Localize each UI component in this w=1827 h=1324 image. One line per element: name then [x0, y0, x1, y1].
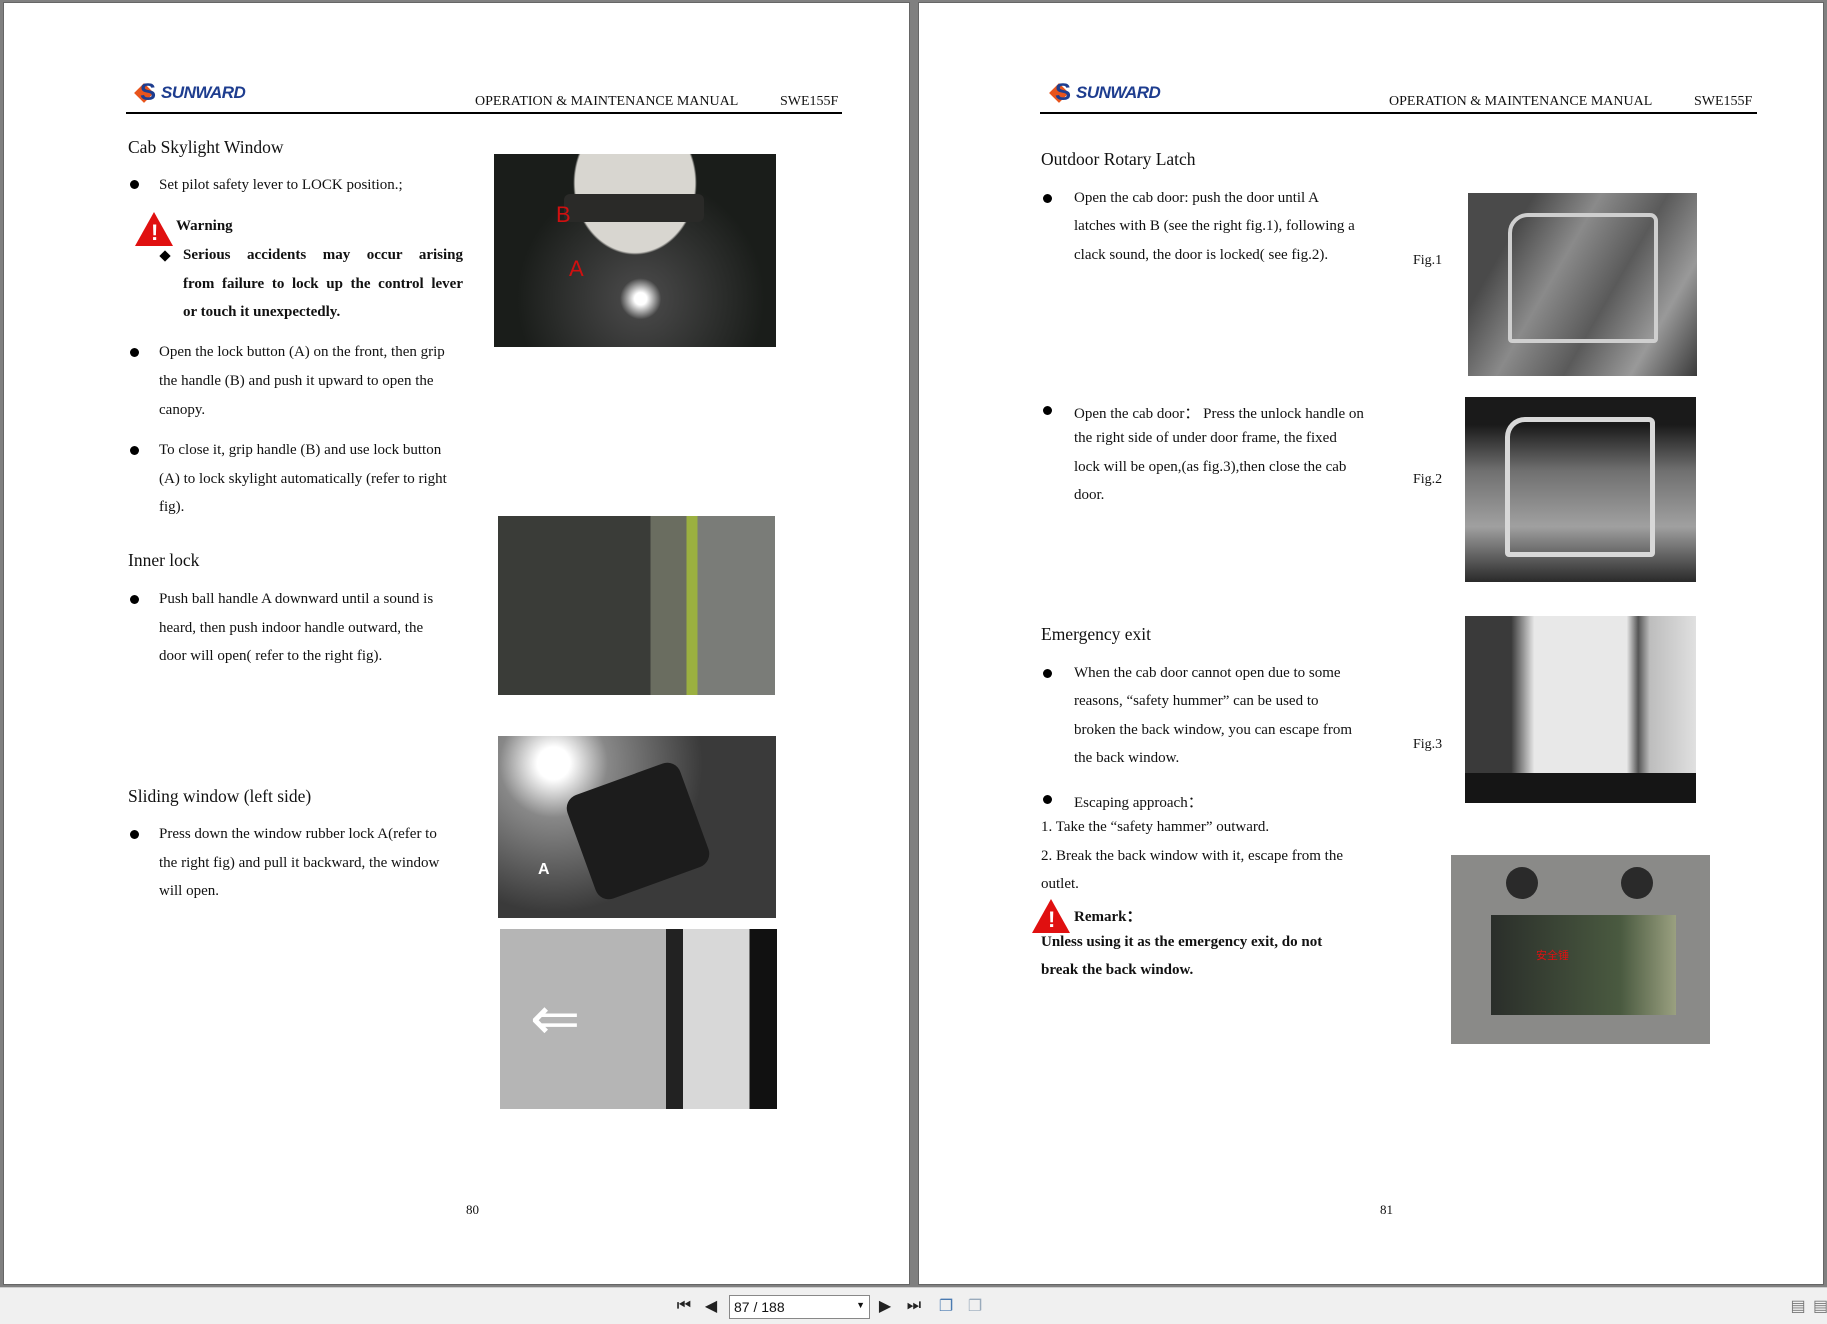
text: Open the cab door： Press the unlock hand… — [1074, 406, 1364, 422]
fig-label-3: Fig.3 — [1413, 737, 1443, 752]
text: reasons, “safety hummer” can be used to — [1074, 693, 1319, 709]
header-model: SWE155F — [1694, 94, 1753, 109]
text: Open the cab door: push the door until A — [1074, 190, 1319, 206]
warning-icon: ! — [1032, 899, 1070, 933]
heading-outdoor-latch: Outdoor Rotary Latch — [1041, 149, 1196, 169]
first-page-button[interactable]: ⏮ — [674, 1294, 694, 1318]
text: Set pilot safety lever to LOCK position.… — [159, 177, 403, 193]
text: the back window. — [1074, 750, 1180, 766]
photo-label-b: B — [556, 202, 571, 227]
page-number: 80 — [466, 1202, 479, 1217]
photo-label-safety-hammer: 安全锤 — [1536, 949, 1569, 962]
brand-text: SUNWARD — [1076, 83, 1161, 102]
text: 2. Break the back window with it, escape… — [1041, 848, 1343, 864]
sunward-logo: SUNWARD — [1050, 79, 1161, 107]
page-number-field[interactable]: 87 / 188 ▼ — [729, 1295, 870, 1319]
text: from failure to lock up the control leve… — [183, 276, 463, 292]
photo-fig3 — [1465, 616, 1696, 803]
fig-label-2: Fig.2 — [1413, 472, 1443, 487]
text: break the back window. — [1041, 962, 1194, 978]
header-manual: OPERATION & MAINTENANCE MANUAL — [1389, 94, 1653, 109]
photo-label-a: A — [538, 861, 550, 878]
photo-fig1 — [1468, 193, 1697, 376]
heading-sliding-window: Sliding window (left side) — [128, 786, 312, 806]
chevron-down-icon[interactable]: ▼ — [856, 1300, 865, 1310]
bullet — [130, 830, 139, 839]
two-page-view-icon[interactable]: ❐ — [964, 1294, 986, 1318]
text: the right side of under door frame, the … — [1074, 430, 1337, 446]
text: canopy. — [159, 402, 206, 418]
warning-label: Warning — [176, 218, 233, 234]
page-number-value: 87 / 188 — [734, 1299, 785, 1315]
bullet — [1043, 194, 1052, 203]
page-80: SUNWARD OPERATION & MAINTENANCE MANUAL S… — [3, 2, 910, 1285]
text: fig). — [159, 499, 185, 515]
photo-sliding-window: ⇐ — [500, 929, 777, 1109]
bullet — [130, 595, 139, 604]
text: Escaping approach： — [1074, 795, 1203, 811]
header-rule — [126, 112, 842, 114]
photo-skylight: B A — [494, 154, 776, 347]
bullet — [130, 446, 139, 455]
prev-page-button[interactable]: ◀ — [703, 1294, 719, 1318]
bullet — [1043, 406, 1052, 415]
remark-label: Remark： — [1074, 909, 1142, 925]
text: clack sound, the door is locked( see fig… — [1074, 247, 1329, 263]
heading-inner-lock: Inner lock — [128, 550, 200, 570]
sunward-logo-icon — [1050, 79, 1072, 107]
text: heard, then push indoor handle outward, … — [159, 620, 424, 636]
photo-label-a: A — [569, 256, 584, 281]
text: Open the lock button (A) on the front, t… — [159, 344, 445, 360]
photo-inner-lock — [498, 516, 775, 695]
text: outlet. — [1041, 876, 1079, 892]
brand-text: SUNWARD — [161, 83, 246, 102]
header-rule — [1040, 112, 1757, 114]
viewer-toolbar: ⏮ ◀ 87 / 188 ▼ ▶ ⏭ ❐ ❐ ▤ ▤ — [0, 1287, 1827, 1324]
text: latches with B (see the right fig.1), fo… — [1074, 218, 1355, 234]
heading-cab-skylight: Cab Skylight Window — [128, 137, 284, 157]
text: door. — [1074, 487, 1105, 503]
text: door will open( refer to the right fig). — [159, 648, 383, 664]
warning-icon: ! — [135, 212, 173, 246]
single-page-view-icon[interactable]: ❐ — [935, 1294, 957, 1318]
text: Unless using it as the emergency exit, d… — [1041, 934, 1323, 950]
text: the right fig) and pull it backward, the… — [159, 855, 440, 871]
sunward-logo-icon — [135, 79, 157, 107]
photo-fig2 — [1465, 397, 1696, 582]
last-page-button[interactable]: ⏭ — [904, 1294, 924, 1318]
bullet — [130, 180, 139, 189]
text: Push ball handle A downward until a soun… — [159, 591, 434, 607]
text: When the cab door cannot open due to som… — [1074, 665, 1341, 681]
bullet — [130, 348, 139, 357]
photo-back-window: 安全锤 — [1451, 855, 1710, 1044]
sidebar-toggle-icon[interactable]: ▤ — [1813, 1294, 1827, 1318]
text: or touch it unexpectedly. — [183, 304, 341, 320]
next-page-button[interactable]: ▶ — [877, 1294, 893, 1318]
fig-label-1: Fig.1 — [1413, 253, 1443, 268]
page-number: 81 — [1380, 1202, 1393, 1217]
text: Press down the window rubber lock A(refe… — [159, 826, 437, 842]
photo-sliding-lock: A — [498, 736, 776, 918]
sunward-logo: SUNWARD — [135, 79, 246, 107]
page-81: SUNWARD OPERATION & MAINTENANCE MANUAL S… — [918, 2, 1824, 1285]
text: broken the back window, you can escape f… — [1074, 722, 1353, 738]
text: will open. — [159, 883, 219, 899]
text: lock will be open,(as fig.3),then close … — [1074, 459, 1347, 475]
page-layout-icon[interactable]: ▤ — [1790, 1294, 1806, 1318]
bullet — [1043, 795, 1052, 804]
diamond-bullet — [159, 250, 171, 262]
text: (A) to lock skylight automatically (refe… — [159, 471, 447, 487]
header-manual: OPERATION & MAINTENANCE MANUAL — [475, 94, 739, 109]
text: the handle (B) and push it upward to ope… — [159, 373, 434, 389]
text: Serious accidents may occur arising — [183, 247, 463, 263]
bullet — [1043, 669, 1052, 678]
text: 1. Take the “safety hammer” outward. — [1041, 819, 1270, 835]
heading-emergency-exit: Emergency exit — [1041, 624, 1151, 644]
header-model: SWE155F — [780, 94, 839, 109]
text: To close it, grip handle (B) and use loc… — [159, 442, 442, 458]
